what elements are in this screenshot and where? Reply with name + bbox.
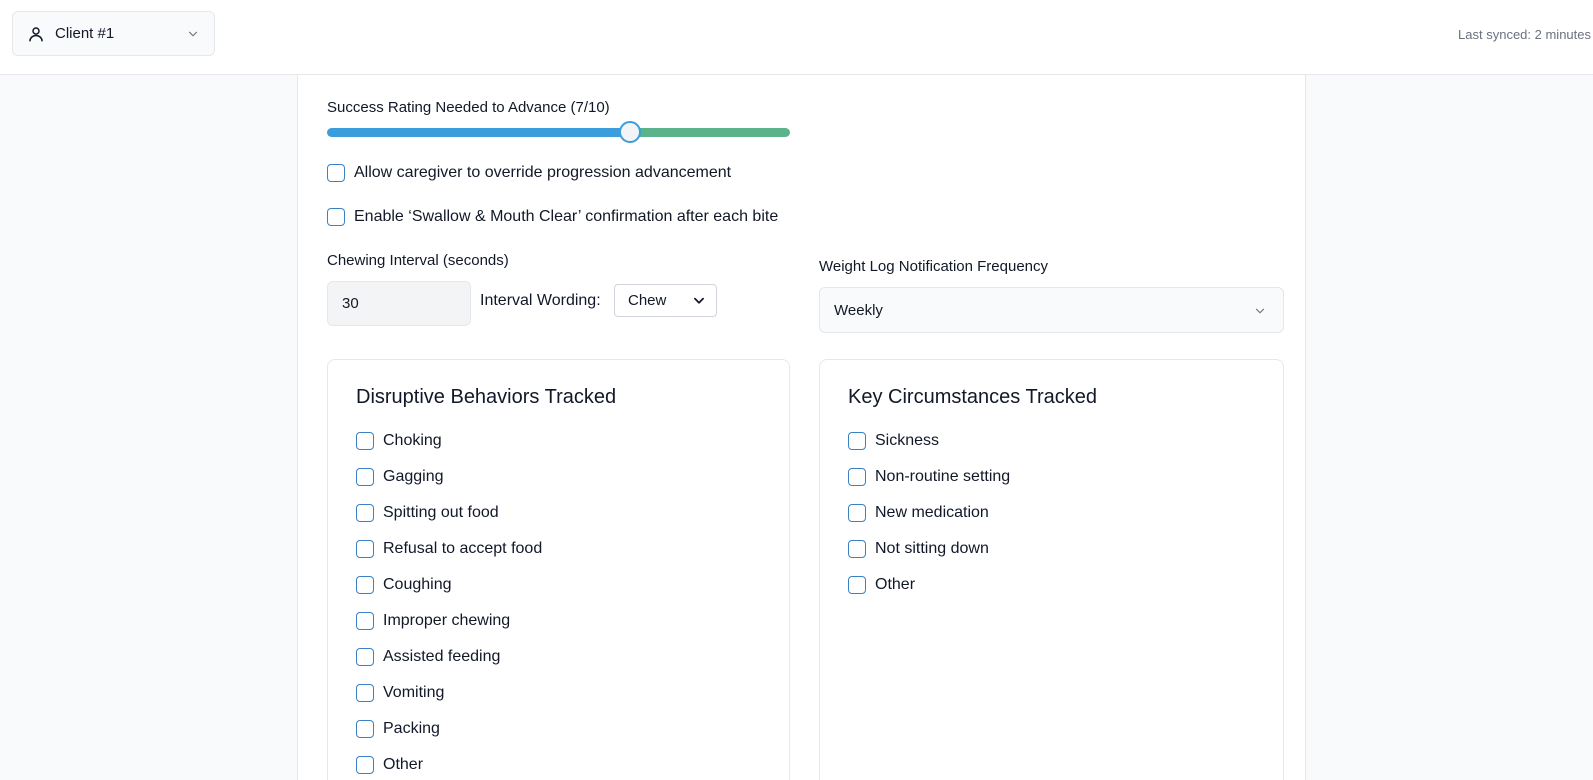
chevron-down-icon bbox=[186, 27, 200, 41]
weight-log-label: Weight Log Notification Frequency bbox=[819, 258, 1049, 275]
swallow-checkbox[interactable] bbox=[327, 208, 345, 226]
circumstance-label: Other bbox=[875, 576, 916, 593]
chevron-down-icon bbox=[1253, 304, 1267, 318]
interval-wording-value: Chew bbox=[628, 292, 667, 309]
circumstance-checkbox[interactable] bbox=[848, 540, 866, 558]
behavior-item-coughing[interactable]: Coughing bbox=[356, 576, 452, 594]
circumstance-label: New medication bbox=[875, 504, 989, 521]
sync-status: Last synced: 2 minutes bbox=[1458, 27, 1591, 42]
behavior-label: Packing bbox=[383, 720, 440, 737]
behavior-label: Other bbox=[383, 756, 424, 773]
circumstance-item-new-medication[interactable]: New medication bbox=[848, 504, 989, 522]
behavior-label: Choking bbox=[383, 432, 442, 449]
behavior-checkbox[interactable] bbox=[356, 720, 374, 738]
disruptive-behaviors-card: Disruptive Behaviors Tracked Choking Gag… bbox=[327, 359, 790, 780]
key-circumstances-title: Key Circumstances Tracked bbox=[848, 386, 1097, 408]
behavior-item-vomiting[interactable]: Vomiting bbox=[356, 684, 444, 702]
override-checkbox-row[interactable]: Allow caregiver to override progression … bbox=[327, 164, 731, 182]
behavior-label: Improper chewing bbox=[383, 612, 511, 629]
behavior-item-choking[interactable]: Choking bbox=[356, 432, 442, 450]
interval-wording-select[interactable]: Chew bbox=[614, 284, 717, 317]
behavior-item-packing[interactable]: Packing bbox=[356, 720, 440, 738]
slider-thumb[interactable] bbox=[619, 121, 641, 143]
success-rating-label: Success Rating Needed to Advance (7/10) bbox=[327, 99, 610, 116]
behavior-checkbox[interactable] bbox=[356, 684, 374, 702]
circumstance-checkbox[interactable] bbox=[848, 432, 866, 450]
behavior-checkbox[interactable] bbox=[356, 432, 374, 450]
client-select[interactable]: Client #1 bbox=[12, 11, 215, 56]
top-bar: Client #1 Last synced: 2 minutes bbox=[0, 0, 1593, 75]
behavior-label: Assisted feeding bbox=[383, 648, 501, 665]
circumstance-checkbox[interactable] bbox=[848, 504, 866, 522]
behavior-checkbox[interactable] bbox=[356, 468, 374, 486]
behavior-item-assisted-feeding[interactable]: Assisted feeding bbox=[356, 648, 500, 666]
swallow-checkbox-row[interactable]: Enable ‘Swallow & Mouth Clear’ confirmat… bbox=[327, 208, 778, 226]
client-select-label: Client #1 bbox=[55, 25, 115, 42]
settings-panel: Success Rating Needed to Advance (7/10) … bbox=[297, 75, 1306, 780]
behavior-checkbox[interactable] bbox=[356, 576, 374, 594]
slider-fill-filled bbox=[327, 128, 630, 137]
circumstance-checkbox[interactable] bbox=[848, 468, 866, 486]
chewing-interval-input[interactable] bbox=[327, 281, 471, 326]
behavior-label: Refusal to accept food bbox=[383, 540, 543, 557]
behavior-checkbox[interactable] bbox=[356, 612, 374, 630]
disruptive-behaviors-title: Disruptive Behaviors Tracked bbox=[356, 386, 617, 408]
key-circumstances-card: Key Circumstances Tracked Sickness Non-r… bbox=[819, 359, 1284, 780]
circumstance-item-non-routine[interactable]: Non-routine setting bbox=[848, 468, 1010, 486]
slider-fill-remaining bbox=[630, 128, 790, 137]
swallow-checkbox-label: Enable ‘Swallow & Mouth Clear’ confirmat… bbox=[354, 208, 779, 225]
circumstance-item-other[interactable]: Other bbox=[848, 576, 915, 594]
chewing-interval-label: Chewing Interval (seconds) bbox=[327, 252, 509, 269]
behavior-checkbox[interactable] bbox=[356, 756, 374, 774]
behavior-item-gagging[interactable]: Gagging bbox=[356, 468, 444, 486]
behavior-checkbox[interactable] bbox=[356, 648, 374, 666]
behavior-checkbox[interactable] bbox=[356, 540, 374, 558]
behavior-checkbox[interactable] bbox=[356, 504, 374, 522]
circumstance-label: Not sitting down bbox=[875, 540, 989, 557]
behavior-item-improper-chewing[interactable]: Improper chewing bbox=[356, 612, 510, 630]
success-rating-slider[interactable] bbox=[327, 121, 790, 143]
circumstance-label: Non-routine setting bbox=[875, 468, 1011, 485]
override-checkbox[interactable] bbox=[327, 164, 345, 182]
override-checkbox-label: Allow caregiver to override progression … bbox=[354, 164, 732, 181]
circumstance-label: Sickness bbox=[875, 432, 940, 449]
circumstance-item-not-sitting[interactable]: Not sitting down bbox=[848, 540, 989, 558]
weight-log-value: Weekly bbox=[834, 301, 883, 319]
user-icon bbox=[27, 25, 45, 43]
weight-log-select[interactable]: Weekly bbox=[819, 287, 1284, 333]
behavior-label: Spitting out food bbox=[383, 504, 499, 521]
behavior-label: Vomiting bbox=[383, 684, 445, 701]
behavior-item-other[interactable]: Other bbox=[356, 756, 423, 774]
behavior-label: Coughing bbox=[383, 576, 452, 593]
behavior-item-refusal[interactable]: Refusal to accept food bbox=[356, 540, 542, 558]
behavior-label: Gagging bbox=[383, 468, 444, 485]
circumstance-item-sickness[interactable]: Sickness bbox=[848, 432, 939, 450]
behavior-item-spitting[interactable]: Spitting out food bbox=[356, 504, 499, 522]
interval-wording-label: Interval Wording: bbox=[480, 292, 601, 309]
chevron-down-icon bbox=[692, 295, 706, 307]
circumstance-checkbox[interactable] bbox=[848, 576, 866, 594]
